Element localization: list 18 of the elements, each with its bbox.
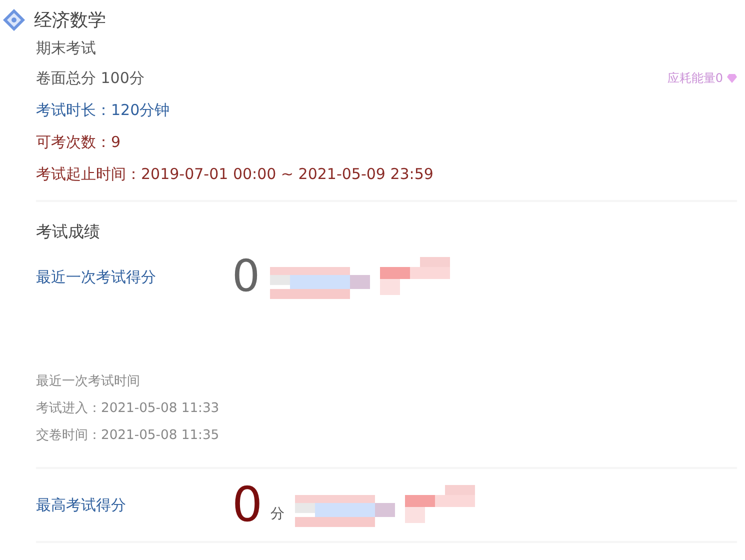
course-icon: [2, 8, 26, 32]
best-score: 0: [232, 481, 263, 529]
entered-time: 考试进入：2021-05-08 11:33: [36, 400, 220, 418]
submitted-time: 交卷时间：2021-05-08 11:35: [36, 427, 220, 445]
exam-name: 期末考试: [36, 38, 97, 59]
total-score: 卷面总分 100分: [36, 68, 144, 89]
latest-score: 0: [232, 255, 260, 299]
latest-score-label: 最近一次考试得分: [36, 266, 157, 288]
course-title: 经济数学: [34, 8, 106, 32]
exam-period: 考试起止时间：2019-07-01 00:00 ~ 2021-05-09 23:59: [36, 164, 434, 185]
attempts-remaining: 可考次数：9: [36, 132, 122, 153]
diamond-icon: [727, 74, 737, 82]
exam-duration: 考试时长：120分钟: [36, 100, 171, 121]
energy-cost: 应耗能量0: [667, 70, 723, 87]
latest-time-heading: 最近一次考试时间: [36, 373, 141, 391]
section-heading: 考试成绩: [36, 222, 100, 241]
score-unit: 分: [270, 505, 285, 524]
best-score-label: 最高考试得分: [36, 494, 127, 516]
